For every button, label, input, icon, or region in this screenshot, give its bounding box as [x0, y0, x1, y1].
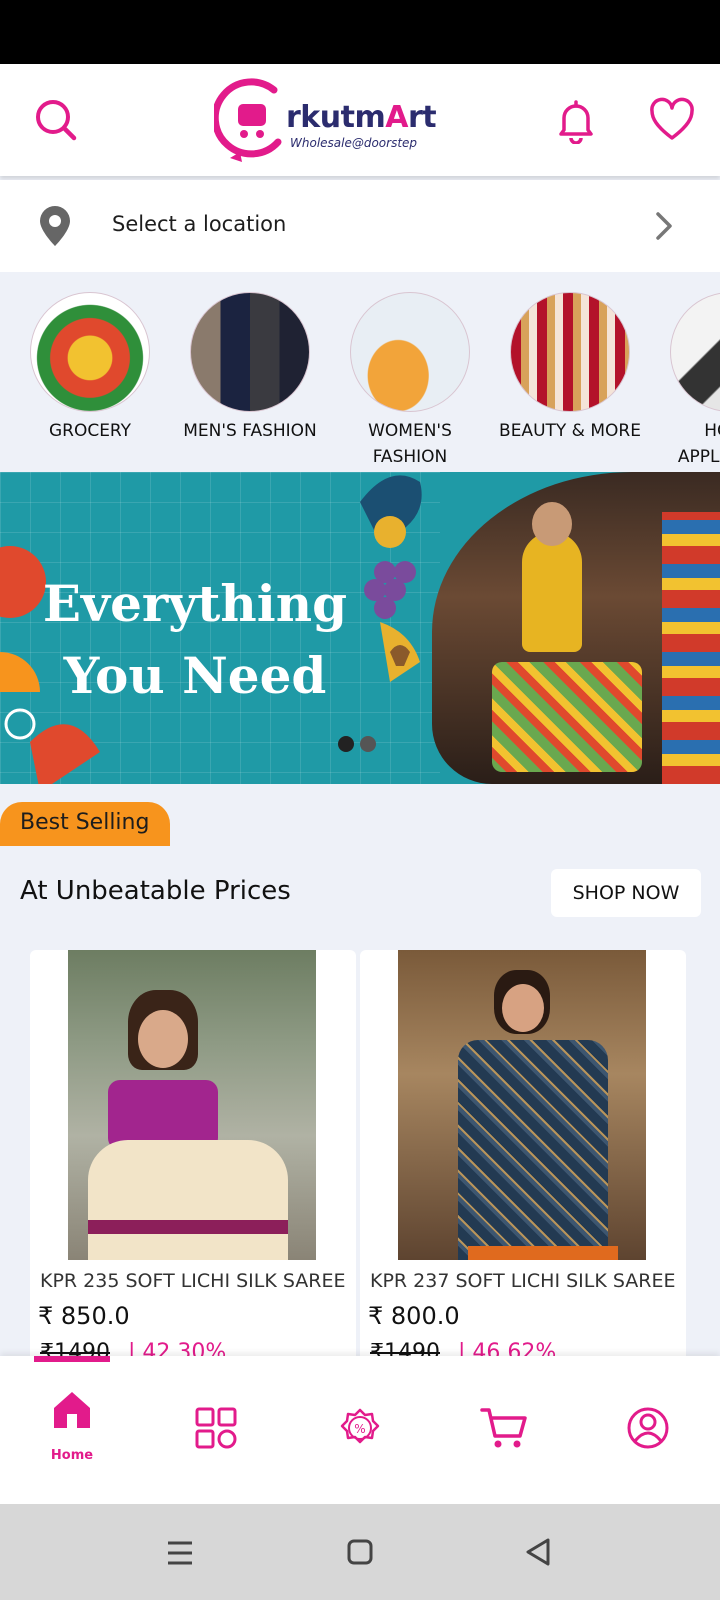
home-system-icon[interactable] [346, 1538, 374, 1566]
app-logo: rkutmArt Wholesale@doorstep [214, 76, 437, 166]
logo-wordmark: rkutmArt [286, 100, 437, 135]
category-image [30, 292, 150, 412]
category-grocery[interactable]: GROCERY [10, 292, 170, 444]
category-image [670, 292, 720, 412]
section-title: At Unbeatable Prices [20, 876, 291, 906]
search-icon[interactable] [32, 96, 80, 144]
status-bar [0, 0, 720, 64]
category-image [190, 292, 310, 412]
category-label: BEAUTY & MORE [499, 421, 641, 441]
cart-icon [480, 1408, 527, 1448]
nav-profile[interactable] [576, 1356, 720, 1504]
back-icon[interactable] [524, 1537, 552, 1567]
category-home-appliances[interactable]: HOME APPLIANCES [650, 292, 720, 470]
banner-pagination [338, 736, 382, 756]
banner-photo [432, 472, 720, 784]
location-pin-icon [38, 204, 72, 252]
home-icon [54, 1392, 90, 1428]
nav-home-label: Home [50, 1448, 94, 1463]
banner-line-2: You Need [63, 646, 327, 705]
product-list: KPR 235 SOFT LICHI SILK SAREE ₹ 850.0 ₹1… [0, 950, 720, 1356]
categories-icon [195, 1407, 237, 1449]
bell-icon[interactable] [552, 96, 600, 145]
category-mens-fashion[interactable]: MEN'S FASHION [170, 292, 330, 444]
profile-icon [627, 1407, 669, 1449]
category-label: WOMEN'S FASHION [368, 421, 452, 467]
category-beauty[interactable]: BEAUTY & MORE [490, 292, 650, 444]
location-selector[interactable]: Select a location [0, 180, 720, 272]
category-label: HOME APPLIANCES [677, 421, 720, 467]
product-discount: | 46.62% [458, 1340, 557, 1356]
app-header: rkutmArt Wholesale@doorstep [0, 64, 720, 176]
product-image [398, 950, 646, 1260]
recent-apps-icon[interactable] [166, 1540, 194, 1566]
category-image [510, 292, 630, 412]
category-carousel[interactable]: GROCERY MEN'S FASHION WOMEN'S FASHION BE… [0, 272, 720, 472]
best-selling-tab: Best Selling [0, 802, 170, 846]
svg-text:%: % [354, 1422, 365, 1436]
pagination-dot-active[interactable] [338, 736, 354, 752]
nav-active-indicator [34, 1356, 110, 1362]
product-mrp: ₹1490 [370, 1340, 440, 1356]
product-price: ₹ 850.0 [38, 1302, 130, 1330]
offers-icon: % [340, 1408, 380, 1444]
product-discount: | 42.30% [128, 1340, 227, 1356]
category-label: MEN'S FASHION [183, 421, 317, 441]
category-image [350, 292, 470, 412]
product-image [68, 950, 316, 1260]
product-name: KPR 235 SOFT LICHI SILK SAREE [40, 1270, 346, 1292]
product-name: KPR 237 SOFT LICHI SILK SAREE [370, 1270, 676, 1292]
shop-now-button[interactable]: SHOP NOW [551, 869, 701, 917]
banner-headline: Everything You Need [40, 568, 350, 712]
nav-home[interactable]: Home [0, 1356, 144, 1504]
bottom-navigation: Home % [0, 1356, 720, 1504]
category-label: GROCERY [48, 421, 132, 441]
chevron-right-icon [652, 210, 676, 246]
nav-cart[interactable] [432, 1356, 576, 1504]
banner-line-1: Everything [42, 574, 348, 633]
best-selling-label: Best Selling [20, 810, 150, 835]
product-card[interactable]: KPR 237 SOFT LICHI SILK SAREE ₹ 800.0 ₹1… [360, 950, 686, 1356]
product-card[interactable]: KPR 235 SOFT LICHI SILK SAREE ₹ 850.0 ₹1… [30, 950, 356, 1356]
system-navigation-bar [0, 1504, 720, 1600]
location-label: Select a location [112, 212, 287, 236]
product-price: ₹ 800.0 [368, 1302, 460, 1330]
pagination-dot[interactable] [360, 736, 376, 752]
heart-icon[interactable] [648, 96, 696, 144]
nav-categories[interactable] [144, 1356, 288, 1504]
nav-offers[interactable]: % [288, 1356, 432, 1504]
logo-tagline: Wholesale@doorstep [290, 136, 418, 150]
product-mrp: ₹1490 [40, 1340, 110, 1356]
category-womens-fashion[interactable]: WOMEN'S FASHION [330, 292, 490, 470]
